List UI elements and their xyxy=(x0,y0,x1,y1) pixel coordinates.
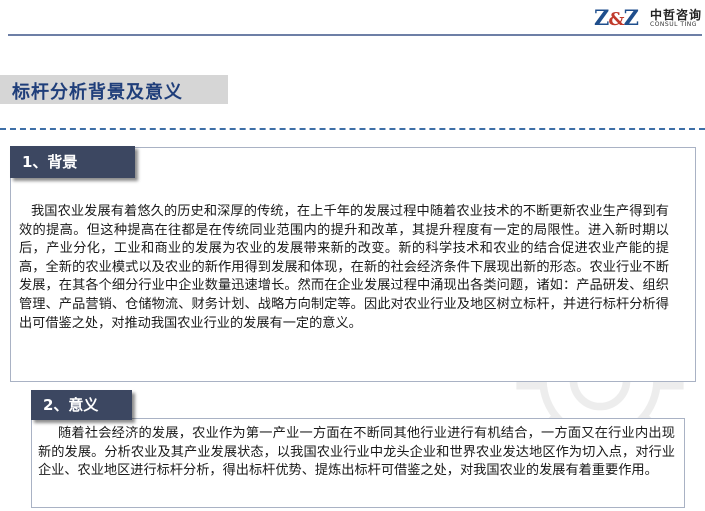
page-title: 标杆分析背景及意义 xyxy=(12,82,183,103)
significance-paragraph: 随着社会经济的发展，农业作为第一产业一方面在不断同其他行业进行有机结合，一方面又… xyxy=(38,426,675,479)
logo-mark: Z&Z xyxy=(594,5,639,30)
title-band: 标杆分析背景及意义 xyxy=(0,75,228,104)
section-heading-background: 1、背景 xyxy=(10,146,135,178)
section-heading-significance: 2、意义 xyxy=(31,390,132,420)
background-paragraph: 我国农业发展有着悠久的历史和深厚的传统，在上千年的发展过程中随着农业技术的不断更… xyxy=(19,204,669,331)
company-logo: Z&Z 中哲咨询 CONSUL TING xyxy=(594,3,702,33)
dashed-divider xyxy=(0,128,705,130)
header-rule xyxy=(8,34,702,36)
logo-name-en: CONSUL TING xyxy=(650,21,697,28)
